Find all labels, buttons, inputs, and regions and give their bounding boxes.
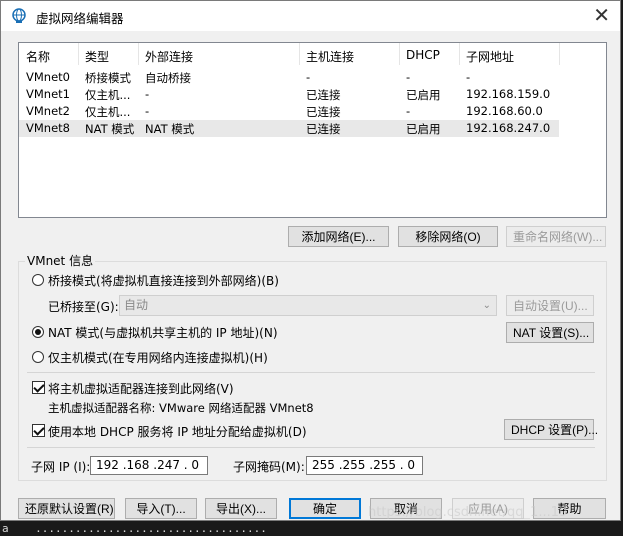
bridge-mode-radio[interactable] <box>32 274 44 286</box>
cell-name: VMnet2 <box>26 104 70 118</box>
divider <box>27 372 595 373</box>
title-bar: 虚拟网络编辑器 ✕ <box>1 1 620 31</box>
restore-defaults-button[interactable]: 还原默认设置(R) <box>18 498 115 519</box>
column-header-dhcp[interactable]: DHCP <box>406 48 440 62</box>
ok-button[interactable]: 确定 <box>289 498 361 519</box>
cell-type: 桥接模式 <box>85 71 131 85</box>
network-list[interactable]: 名称 类型 外部连接 主机连接 DHCP 子网地址 VMnet0 桥接模式 自动桥接… <box>18 42 607 218</box>
cell-external: - <box>145 87 150 101</box>
subnet-ip-label: 子网 IP (I): <box>31 460 91 474</box>
table-row[interactable]: VMnet2 仅主机... - 已连接 -192.168.60.0 <box>19 103 559 120</box>
cell-subnet: - <box>466 70 471 84</box>
column-header-name[interactable]: 名称 <box>26 48 50 65</box>
column-header-type[interactable]: 类型 <box>85 48 109 65</box>
bridged-to-value: 自动 <box>124 298 149 312</box>
subnet-mask-label: 子网掩码(M): <box>233 460 305 474</box>
vmnet-info-group <box>18 261 607 481</box>
cell-external: NAT 模式 <box>145 122 195 136</box>
cell-dhcp: 已启用 <box>406 88 441 102</box>
cell-host: - <box>306 70 311 84</box>
remove-network-button[interactable]: 移除网络(O) <box>398 226 498 247</box>
bridge-mode-label[interactable]: 桥接模式(将虚拟机直接连接到外部网络)(B) <box>48 272 279 289</box>
watermark-text: https://blog.csdn.net/qq_1...19 <box>368 505 568 520</box>
cell-host: 已连接 <box>306 88 341 102</box>
cell-host: 已连接 <box>306 122 341 136</box>
bridged-to-label: 已桥接至(G): <box>48 300 119 314</box>
cell-host: 已连接 <box>306 105 341 119</box>
host-only-radio[interactable] <box>32 351 44 363</box>
export-button[interactable]: 导出(X)... <box>205 498 277 519</box>
close-icon[interactable]: ✕ <box>593 4 610 26</box>
table-row[interactable]: VMnet0 桥接模式 自动桥接 - - - <box>19 69 559 86</box>
list-header: 名称 类型 外部连接 主机连接 DHCP 子网地址 <box>19 43 606 67</box>
table-row[interactable]: VMnet1 仅主机... - 已连接 已启用 192.168.159.0 <box>19 86 559 103</box>
nat-mode-label[interactable]: NAT 模式(与虚拟机共享主机的 IP 地址)(N) <box>48 324 278 341</box>
terminal-line: a ................................... <box>2 522 267 535</box>
subnet-mask-input[interactable]: 255 .255 .255 . 0 <box>306 456 423 475</box>
nat-mode-radio[interactable] <box>32 326 44 338</box>
import-button[interactable]: 导入(T)... <box>125 498 197 519</box>
dhcp-checkbox[interactable] <box>32 424 45 437</box>
cell-type: 仅主机... <box>85 105 131 119</box>
network-globe-icon <box>12 8 26 23</box>
auto-settings-button[interactable]: 自动设置(U)... <box>506 295 594 316</box>
cell-dhcp: 已启用 <box>406 122 441 136</box>
virtual-network-editor-dialog: 虚拟网络编辑器 ✕ 名称 类型 外部连接 主机连接 DHCP 子网地址 VMne… <box>0 0 621 521</box>
cell-external: - <box>145 104 150 118</box>
chevron-down-icon: ⌄ <box>482 300 491 311</box>
cell-external: 自动桥接 <box>145 71 191 85</box>
cell-subnet: 192.168.159.0 <box>466 87 551 101</box>
cell-name: VMnet0 <box>26 70 70 84</box>
cell-subnet: 192.168.247.0 <box>466 121 551 135</box>
vmnet-info-label: VMnet 信息 <box>25 252 96 269</box>
rename-network-button[interactable]: 重命名网络(W)... <box>506 226 606 247</box>
window-title: 虚拟网络编辑器 <box>36 11 124 26</box>
column-header-host[interactable]: 主机连接 <box>306 48 354 65</box>
cell-type: 仅主机... <box>85 88 131 102</box>
bridged-to-select[interactable]: 自动 ⌄ <box>119 295 497 316</box>
cell-type: NAT 模式 <box>85 122 135 136</box>
add-network-button[interactable]: 添加网络(E)... <box>288 226 389 247</box>
cell-name: VMnet1 <box>26 87 70 101</box>
dhcp-settings-button[interactable]: DHCP 设置(P)... <box>504 419 598 440</box>
cell-subnet: 192.168.60.0 <box>466 104 543 118</box>
host-only-label[interactable]: 仅主机模式(在专用网络内连接虚拟机)(H) <box>48 349 268 366</box>
connect-adapter-label[interactable]: 将主机虚拟适配器连接到此网络(V) <box>48 380 234 397</box>
column-header-subnet[interactable]: 子网地址 <box>466 48 514 65</box>
connect-adapter-checkbox[interactable] <box>32 381 45 394</box>
cell-dhcp: - <box>406 104 411 118</box>
dhcp-label[interactable]: 使用本地 DHCP 服务将 IP 地址分配给虚拟机(D) <box>48 423 307 440</box>
nat-settings-button[interactable]: NAT 设置(S)... <box>506 322 594 343</box>
cell-name: VMnet8 <box>26 121 70 135</box>
table-row[interactable]: VMnet8 NAT 模式 NAT 模式 已连接 已启用 192.168.247.0 <box>19 120 559 137</box>
subnet-ip-input[interactable]: 192 .168 .247 . 0 <box>90 456 208 475</box>
divider <box>27 447 595 448</box>
adapter-name-text: 主机虚拟适配器名称: VMware 网络适配器 VMnet8 <box>48 401 314 415</box>
column-header-external[interactable]: 外部连接 <box>145 48 193 65</box>
cell-dhcp: - <box>406 70 411 84</box>
